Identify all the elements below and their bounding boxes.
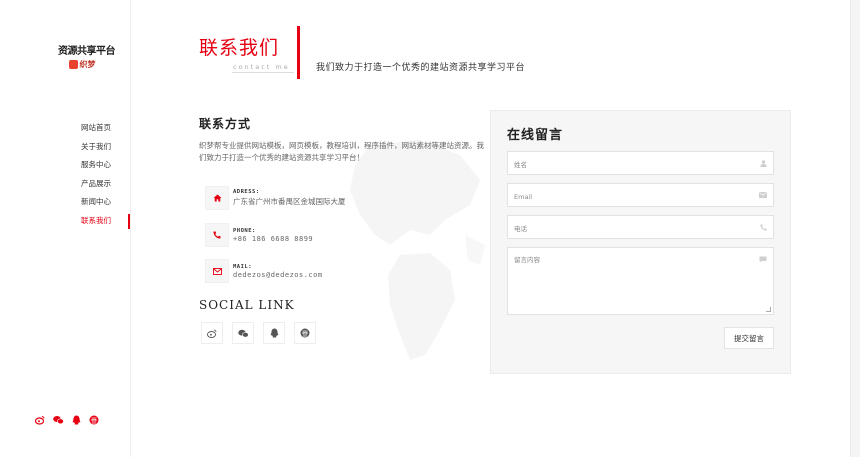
logo-subtitle: 织梦 [79,60,96,69]
message-field-wrapper [507,247,774,315]
nav-item-home[interactable]: 网站首页 [0,119,131,138]
logo-subline: 织梦 [58,59,106,70]
page-scrollbar[interactable] [850,0,860,457]
phone-row: PHONE: +86 186 6688 8899 [205,223,313,247]
douban-icon[interactable] [294,322,316,344]
page-title: 联系我们 [199,37,280,59]
phone-field-wrapper [507,215,774,240]
mail-icon [205,259,229,283]
world-map-background [350,140,485,360]
social-section-title: SOCIAL LINK [199,298,295,312]
header-slogan: 我们致力于打造一个优秀的建站资源共享学习平台 [316,63,526,73]
header-divider-bar [297,26,300,79]
phone-value: +86 186 6688 8899 [233,234,314,243]
phone-input[interactable] [508,218,773,240]
page-subtitle: contact me [233,63,290,71]
resize-handle[interactable] [766,307,771,312]
phone-icon [205,223,229,247]
nav-item-contact[interactable]: 联系我们 [0,212,131,231]
qq-icon[interactable] [70,414,82,426]
weibo-icon[interactable] [201,322,223,344]
contact-intro: 织梦帮专业提供网站模板，网页模板，教程培训，程序插件，网站素材等建站资源。我们致… [199,141,484,162]
mail-label: MAIL: [233,263,253,270]
main-nav: 网站首页 关于我们 服务中心 产品展示 新闻中心 联系我们 [0,119,131,230]
contact-section-title: 联系方式 [199,117,252,131]
mail-value[interactable]: dedezos@dedezos.com [233,271,323,279]
name-field-wrapper [507,151,774,176]
sidebar-social-links [34,414,100,426]
phone-label: PHONE: [233,227,256,234]
wechat-icon[interactable] [232,322,254,344]
mail-row: MAIL: dedezos@dedezos.com [205,259,323,283]
message-form-panel: 在线留言 提交留言 [490,110,791,374]
wechat-icon[interactable] [52,414,64,426]
nav-item-about[interactable]: 关于我们 [0,138,131,157]
submit-button[interactable]: 提交留言 [724,327,774,349]
logo-badge-icon [68,60,78,69]
subtitle-underline [232,72,294,73]
form-title: 在线留言 [507,128,564,143]
email-field-wrapper [507,183,774,208]
address-value: 广东省广州市番禺区金城国际大厦 [233,197,346,206]
message-textarea[interactable] [508,248,773,314]
social-links [201,322,316,344]
email-input[interactable] [508,186,773,208]
name-input[interactable] [508,154,773,176]
site-logo[interactable]: 资源共享平台 织梦 [58,42,116,70]
weibo-icon[interactable] [34,414,46,426]
sidebar: 资源共享平台 织梦 网站首页 关于我们 服务中心 产品展示 新闻中心 联系我们 [0,0,131,457]
nav-item-news[interactable]: 新闻中心 [0,193,131,212]
home-icon [205,186,229,210]
qq-icon[interactable] [263,322,285,344]
douban-icon[interactable] [88,414,100,426]
address-row: ADRESS: 广东省广州市番禺区金城国际大厦 [205,186,346,210]
nav-item-products[interactable]: 产品展示 [0,175,131,194]
logo-title: 资源共享平台 [58,46,116,57]
nav-item-services[interactable]: 服务中心 [0,156,131,175]
address-label: ADRESS: [233,189,260,195]
